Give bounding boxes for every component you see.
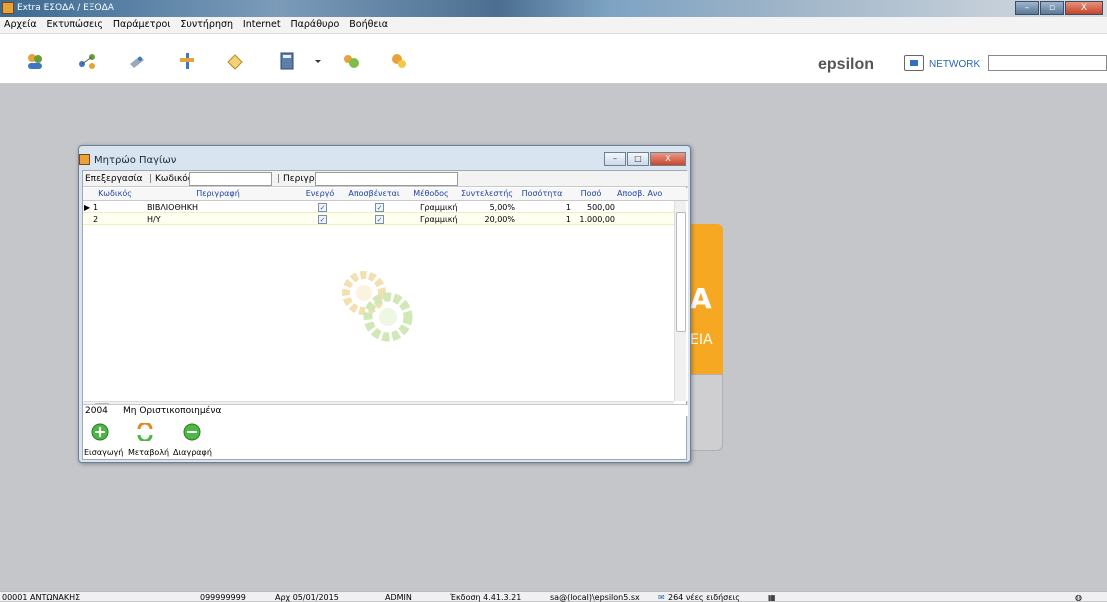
cell-method: Γραμμική bbox=[420, 215, 458, 224]
cell-amount: 1.000,00 bbox=[579, 215, 615, 224]
code-filter-input[interactable] bbox=[189, 172, 272, 186]
code-filter-label: Κωδικός bbox=[155, 174, 194, 184]
dropdown-arrow-icon[interactable] bbox=[314, 52, 322, 70]
insert-button[interactable]: Εισαγωγή bbox=[84, 448, 123, 457]
users-icon[interactable] bbox=[26, 52, 44, 70]
column-header-active[interactable]: Ενεργό bbox=[295, 189, 345, 198]
app-title: Extra ΕΣΟΔΑ / ΕΞΟΔΑ bbox=[17, 3, 114, 13]
close-button[interactable]: X bbox=[1065, 1, 1103, 15]
gear-yellow-icon[interactable] bbox=[390, 52, 408, 70]
background-text: ΕΙΑ bbox=[690, 332, 713, 348]
column-header-amount[interactable]: Ποσό bbox=[571, 189, 611, 198]
description-filter-input[interactable] bbox=[315, 172, 458, 186]
action-bar: Εισαγωγή Μεταβολή Διαγραφή bbox=[83, 421, 688, 461]
window-app-icon bbox=[79, 154, 90, 165]
menu-window[interactable]: Παράθυρο bbox=[288, 17, 343, 32]
column-header-quantity[interactable]: Ποσότητα bbox=[517, 189, 567, 198]
shuttle-icon[interactable] bbox=[128, 52, 146, 70]
background-letter: A bbox=[690, 282, 712, 315]
search-input[interactable] bbox=[988, 55, 1107, 71]
background-panel: A ΕΙΑ bbox=[690, 224, 723, 451]
cell-description: ΒΙΒΛΙΟΘΗΚΗ bbox=[147, 203, 199, 212]
background-gray-block bbox=[690, 374, 723, 451]
year-label: 2004 bbox=[85, 406, 108, 416]
grid-header: Κωδικός Περιγραφή Ενεργό Αποσβένεται Μέθ… bbox=[83, 188, 688, 201]
window-close-button[interactable]: X bbox=[650, 152, 686, 166]
assets-register-window: Μητρώο Παγίων – □ X Επεξεργασία | Κωδικό… bbox=[78, 145, 691, 463]
menu-parameters[interactable]: Παράμετροι bbox=[110, 17, 174, 32]
window-maximize-button[interactable]: □ bbox=[627, 152, 649, 166]
cell-quantity: 1 bbox=[565, 215, 571, 224]
finalization-status: Μη Οριστικοποιημένα bbox=[123, 406, 222, 416]
app-titlebar: Extra ΕΣΟΔΑ / ΕΞΟΔΑ – ▫ X bbox=[0, 0, 1107, 17]
column-header-depreciation[interactable]: Αποσβ. Ανο bbox=[617, 189, 669, 198]
active-checkbox[interactable]: ✓ bbox=[318, 203, 327, 212]
app-icon bbox=[2, 2, 14, 14]
depreciable-checkbox[interactable]: ✓ bbox=[375, 203, 384, 212]
menu-prints[interactable]: Εκτυπώσεις bbox=[44, 17, 106, 32]
add-icon[interactable] bbox=[91, 423, 109, 441]
cell-description: Η/Υ bbox=[147, 215, 161, 224]
gears-watermark-icon bbox=[342, 271, 413, 342]
column-header-method[interactable]: Μέθοδος bbox=[406, 189, 456, 198]
edit-menu[interactable]: Επεξεργασία bbox=[85, 174, 143, 184]
network-logo-icon bbox=[904, 55, 924, 71]
cell-rate: 5,00% bbox=[489, 203, 515, 212]
table-row[interactable]: 2 Η/Υ ✓ ✓ Γραμμική 20,00% 1 1.000,00 bbox=[83, 214, 678, 225]
window-title: Μητρώο Παγίων bbox=[94, 155, 177, 166]
table-row[interactable]: ▶ 1 ΒΙΒΛΙΟΘΗΚΗ ✓ ✓ Γραμμική 5,00% 1 500,… bbox=[83, 202, 678, 213]
column-header-depreciable[interactable]: Αποσβένεται bbox=[345, 189, 403, 198]
main-toolbar: epsilon NETWORK bbox=[0, 34, 1107, 84]
vertical-scroll-thumb[interactable] bbox=[676, 212, 686, 332]
menu-files[interactable]: Αρχεία bbox=[1, 17, 40, 32]
change-button[interactable]: Μεταβολή bbox=[128, 448, 169, 457]
period-status-row: 2004 Μη Οριστικοποιημένα bbox=[83, 404, 688, 416]
maximize-button[interactable]: ▫ bbox=[1040, 1, 1064, 15]
column-header-rate[interactable]: Συντελεστής bbox=[459, 189, 515, 198]
menu-bar: Αρχεία Εκτυπώσεις Παράμετροι Συντήρηση I… bbox=[0, 17, 1107, 34]
menu-help[interactable]: Βοήθεια bbox=[346, 17, 391, 32]
network-label: NETWORK bbox=[929, 59, 981, 70]
column-header-description[interactable]: Περιγραφή bbox=[143, 189, 293, 198]
cell-rate: 20,00% bbox=[484, 215, 515, 224]
delete-button[interactable]: Διαγραφή bbox=[173, 448, 212, 457]
status-bar: 00001 ΑΝΤΩΝΑΚΗΣ 099999999 Αρχ 05/01/2015… bbox=[0, 591, 1107, 602]
brand-logo: epsilon bbox=[818, 56, 875, 73]
cell-code: 1 bbox=[93, 203, 99, 212]
minimize-button[interactable]: – bbox=[1015, 1, 1039, 15]
gears-icon[interactable] bbox=[342, 52, 360, 70]
window-body: Επεξεργασία | Κωδικός | Περιγραφή Κωδικό… bbox=[82, 170, 688, 461]
vertical-scrollbar[interactable] bbox=[674, 201, 686, 401]
active-checkbox[interactable]: ✓ bbox=[318, 215, 327, 224]
pin-icon[interactable] bbox=[178, 52, 196, 70]
change-icon[interactable] bbox=[136, 423, 154, 441]
delete-icon[interactable] bbox=[183, 423, 201, 441]
cell-method: Γραμμική bbox=[420, 203, 458, 212]
window-minimize-button[interactable]: – bbox=[604, 152, 626, 166]
cell-code: 2 bbox=[93, 215, 99, 224]
eraser-icon[interactable] bbox=[226, 52, 244, 70]
cell-quantity: 1 bbox=[565, 203, 571, 212]
column-header-code[interactable]: Κωδικός bbox=[95, 189, 135, 198]
assets-grid: Κωδικός Περιγραφή Ενεργό Αποσβένεται Μέθ… bbox=[83, 188, 688, 413]
filter-bar: Επεξεργασία | Κωδικός | Περιγραφή bbox=[83, 171, 688, 187]
menu-maintenance[interactable]: Συντήρηση bbox=[177, 17, 236, 32]
cell-amount: 500,00 bbox=[587, 203, 615, 212]
calculator-icon[interactable] bbox=[278, 52, 296, 70]
depreciable-checkbox[interactable]: ✓ bbox=[375, 215, 384, 224]
menu-internet[interactable]: Internet bbox=[240, 17, 284, 32]
network-icon[interactable] bbox=[78, 52, 96, 70]
row-indicator-icon: ▶ bbox=[84, 203, 91, 212]
